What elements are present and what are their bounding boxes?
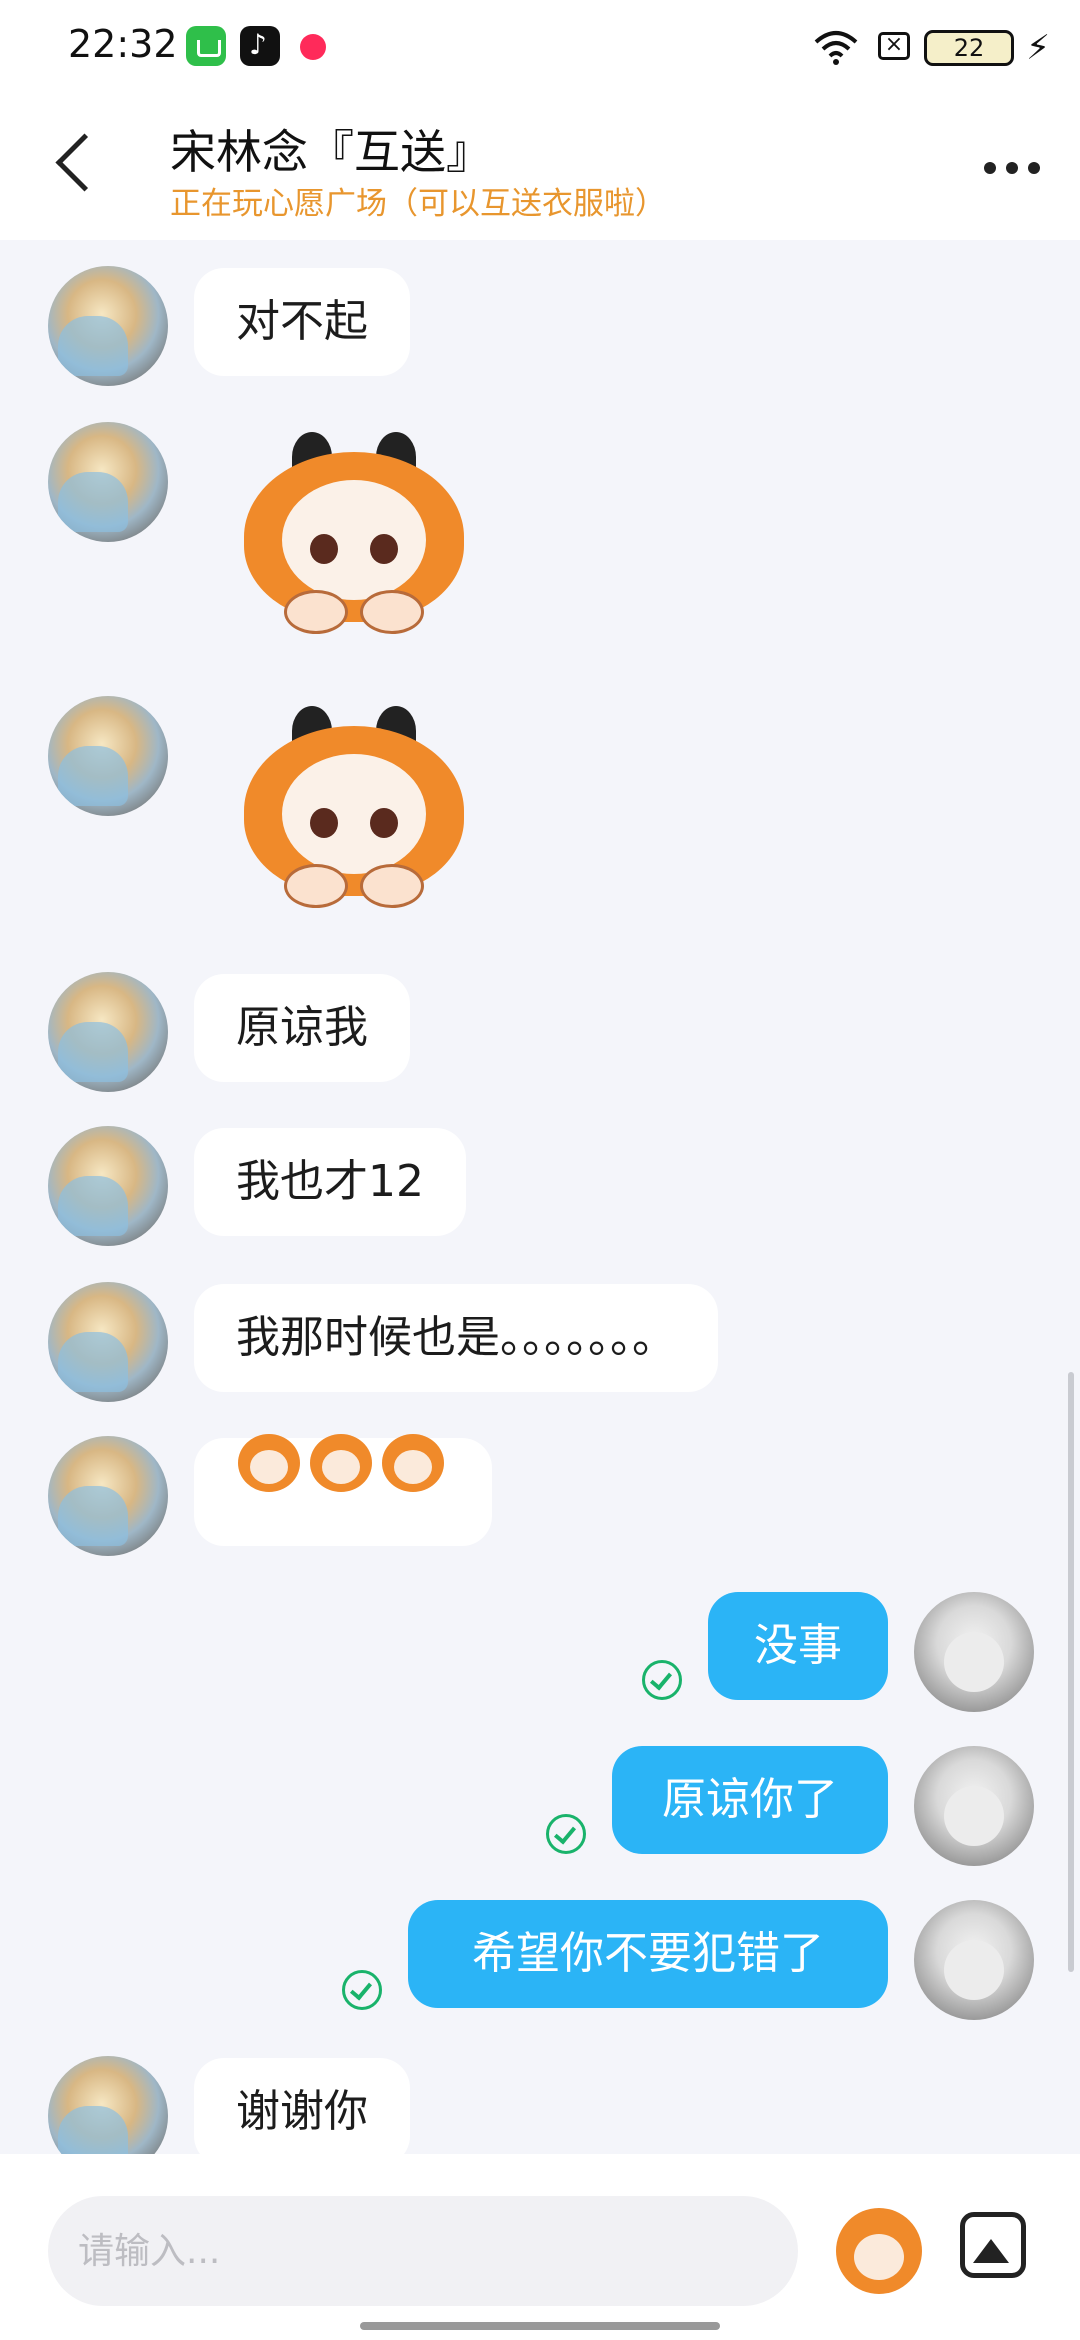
outgoing-message-bubble[interactable]: 没事 xyxy=(708,1592,888,1700)
charging-icon: ⚡ xyxy=(1026,28,1050,68)
read-check-icon xyxy=(546,1814,586,1854)
crying-chibi-emoji xyxy=(382,1434,444,1492)
crying-chibi-emoji xyxy=(310,1434,372,1492)
battery-level: 22 xyxy=(953,34,985,62)
status-time: 22:32 xyxy=(68,22,178,66)
outgoing-message-bubble[interactable]: 原谅你了 xyxy=(612,1746,888,1854)
contact-avatar[interactable] xyxy=(48,972,168,1092)
status-indicators: × 22 ⚡ xyxy=(790,24,1050,72)
video-app-icon xyxy=(294,26,334,66)
contact-avatar[interactable] xyxy=(48,1436,168,1556)
incoming-message-bubble[interactable]: 原谅我 xyxy=(194,974,410,1082)
contact-avatar[interactable] xyxy=(48,1126,168,1246)
back-icon[interactable] xyxy=(55,133,114,192)
tiktok-icon xyxy=(240,26,280,66)
battery-icon: 22 xyxy=(924,30,1014,66)
read-check-icon xyxy=(642,1660,682,1700)
crying-chibi-emoji xyxy=(238,1434,300,1492)
read-check-icon xyxy=(342,1970,382,2010)
my-avatar[interactable] xyxy=(914,1746,1034,1866)
contact-name: 宋林念『互送』 xyxy=(170,125,492,179)
no-sim-icon: × xyxy=(878,32,910,60)
sticker-picker-icon[interactable] xyxy=(836,2208,922,2294)
incoming-message-bubble[interactable]: 我那时候也是。。。。。。。 xyxy=(194,1284,718,1392)
outgoing-message-bubble[interactable]: 希望你不要犯错了 xyxy=(408,1900,888,2008)
wifi-icon xyxy=(814,31,858,65)
incoming-message-bubble[interactable]: 我也才12 xyxy=(194,1128,466,1236)
status-bar: 22:32 × 22 ⚡ xyxy=(0,0,1080,96)
contact-avatar[interactable] xyxy=(48,266,168,386)
scrollbar[interactable] xyxy=(1068,1372,1074,1972)
shopping-app-icon xyxy=(186,26,226,66)
sad-chibi-sticker[interactable] xyxy=(234,706,474,916)
contact-avatar[interactable] xyxy=(48,696,168,816)
message-input[interactable] xyxy=(48,2196,798,2306)
contact-activity-status: 正在玩心愿广场（可以互送衣服啦） xyxy=(170,186,666,222)
my-avatar[interactable] xyxy=(914,1900,1034,2020)
my-avatar[interactable] xyxy=(914,1592,1034,1712)
incoming-message-bubble[interactable]: 对不起 xyxy=(194,268,410,376)
message-input-bar xyxy=(0,2154,1080,2340)
chat-header: 宋林念『互送』 正在玩心愿广场（可以互送衣服啦） xyxy=(0,96,1080,240)
more-options-icon[interactable] xyxy=(984,162,1040,174)
contact-avatar[interactable] xyxy=(48,422,168,542)
sad-chibi-sticker[interactable] xyxy=(234,432,474,642)
home-indicator[interactable] xyxy=(360,2322,720,2330)
incoming-message-bubble[interactable]: 谢谢你 xyxy=(194,2058,410,2166)
contact-avatar[interactable] xyxy=(48,1282,168,1402)
image-picker-icon[interactable] xyxy=(960,2212,1026,2278)
